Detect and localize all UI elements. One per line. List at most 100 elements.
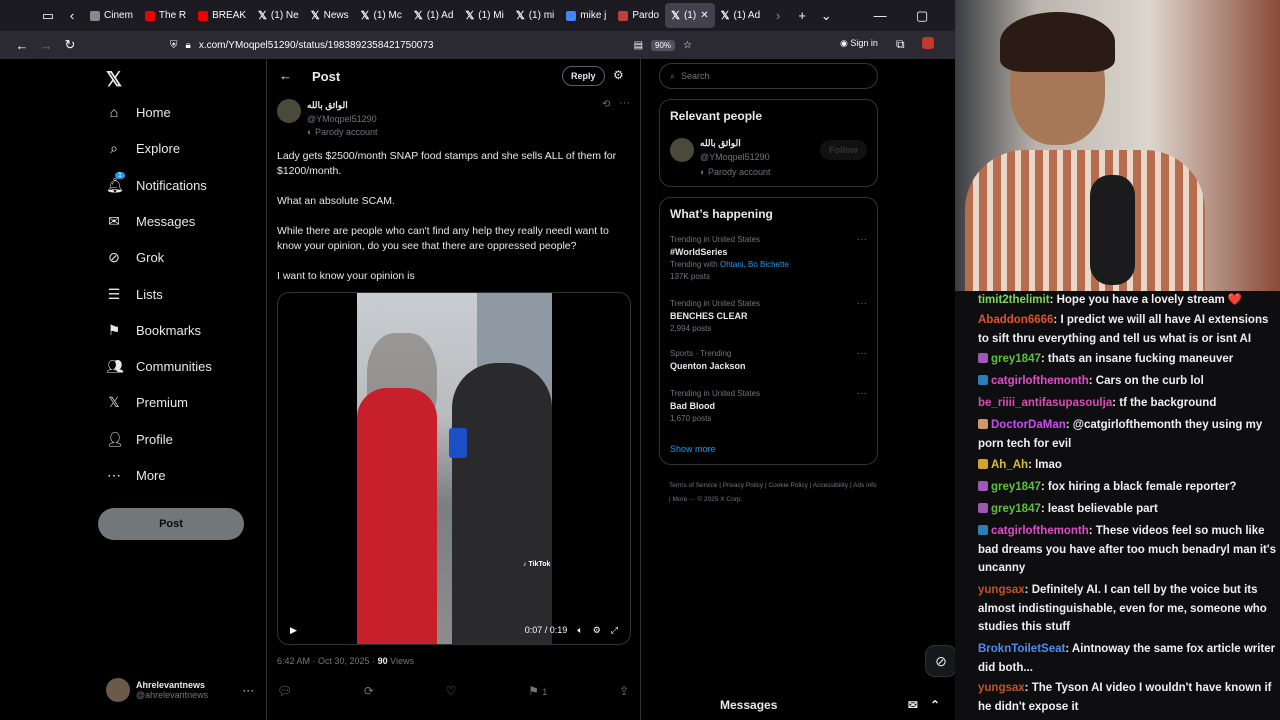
footer-links[interactable]: Terms of Service | Privacy Policy | Cook… xyxy=(669,479,879,507)
trend-item[interactable]: Trending in United States #WorldSeries Tre… xyxy=(670,234,789,283)
gear-icon[interactable]: ⚙ xyxy=(593,625,601,636)
nav-item-profile[interactable]: 👤︎ Profile xyxy=(106,431,173,448)
browser-tab[interactable]: 𝕏 (1) Ne xyxy=(252,3,305,28)
browser-tab[interactable]: Pardo xyxy=(612,3,665,28)
tabs-scroll-left-icon[interactable]: ‹ xyxy=(60,8,84,23)
rp-name[interactable]: الواثق بالله xyxy=(700,138,741,149)
tabs-scroll-right-icon[interactable]: › xyxy=(766,8,790,23)
nav-item-messages[interactable]: ✉ Messages xyxy=(106,213,195,230)
extension-badge-icon[interactable] xyxy=(922,37,934,49)
nav-item-communities[interactable]: 👥︎ Communities xyxy=(106,358,212,375)
url-bar[interactable]: ⛨ 🔒︎ x.com/YMoqpel51290/status/198389235… xyxy=(162,33,762,57)
trend-item[interactable]: Trending in United States BENCHES CLEAR 2,… xyxy=(670,298,760,335)
avatar[interactable] xyxy=(670,138,694,162)
signin-button[interactable]: ◉ Sign in xyxy=(840,38,878,49)
author-handle[interactable]: @YMoqpel51290 xyxy=(307,114,377,124)
post-button[interactable]: Post xyxy=(98,508,244,540)
grok-button[interactable]: ⊘ xyxy=(925,645,957,677)
chat-username[interactable]: grey1847 xyxy=(991,481,1041,493)
reply-icon[interactable]: 💬︎ xyxy=(277,684,292,698)
repost-icon[interactable]: ⟳ xyxy=(364,684,374,698)
close-tab-icon[interactable]: ✕ xyxy=(700,10,708,21)
zoom-level[interactable]: 90% xyxy=(651,39,676,51)
video-frame[interactable]: ♪ TikTok xyxy=(357,293,552,644)
tab-list-icon[interactable]: ▭ xyxy=(36,8,60,24)
expand-icon[interactable]: ⌃ xyxy=(930,698,940,712)
reload-icon[interactable]: ↻ xyxy=(58,37,82,53)
rp-handle[interactable]: @YMoqpel51290 xyxy=(700,152,770,162)
chat-username[interactable]: catgirlofthemonth xyxy=(991,525,1089,537)
chat-username[interactable]: grey1847 xyxy=(991,503,1041,515)
browser-tab[interactable]: 𝕏 (1) Mc xyxy=(355,3,408,28)
browser-tab[interactable]: The R xyxy=(139,3,192,28)
play-icon[interactable]: ▶ xyxy=(290,625,297,636)
bookmark-button[interactable]: ⚑ 1 xyxy=(528,684,547,698)
show-more-link[interactable]: Show more xyxy=(670,444,716,454)
url-text[interactable]: x.com/YMoqpel51290/status/19838923584217… xyxy=(199,40,434,51)
back-arrow-icon[interactable]: ← xyxy=(279,68,292,83)
account-switcher[interactable]: Ahrelevantnews @ahrelevantnews ··· xyxy=(106,678,254,702)
share-icon[interactable]: ⇪ xyxy=(619,684,629,698)
nav-item-home[interactable]: ⌂ Home xyxy=(106,104,171,120)
messages-drawer[interactable]: Messages ✉ ⌃ xyxy=(660,689,950,720)
browser-tab[interactable]: 𝕏 News xyxy=(305,3,355,28)
nav-item-notifications[interactable]: 🔔︎ 1 Notifications xyxy=(106,171,207,194)
nav-item-lists[interactable]: ☰ Lists xyxy=(106,286,163,303)
tab-dropdown-icon[interactable]: ⌄ xyxy=(814,8,838,24)
chat-username[interactable]: yungsax xyxy=(978,584,1025,596)
lock-icon[interactable]: 🔒︎ xyxy=(186,40,191,51)
nav-item-premium[interactable]: 𝕏 Premium xyxy=(106,394,188,411)
follow-button[interactable]: Follow xyxy=(820,140,867,160)
extensions-icon[interactable]: ⧉ xyxy=(896,37,905,52)
browser-tab[interactable]: 𝕏 (1) ✕ xyxy=(665,3,715,28)
browser-tab[interactable]: mike j xyxy=(560,3,612,28)
grok-icon[interactable]: ⟲ xyxy=(602,99,610,110)
like-icon[interactable]: ♡ xyxy=(446,684,457,698)
forward-icon[interactable]: → xyxy=(34,38,58,53)
trend-item[interactable]: Trending in United States Bad Blood 1,670 … xyxy=(670,388,760,425)
chat-username[interactable]: Abaddon6666 xyxy=(978,314,1053,326)
bookmark-star-icon[interactable]: ☆ xyxy=(683,40,692,51)
chat-username[interactable]: timit2thelimit xyxy=(978,294,1050,306)
chat-username[interactable]: BroknToiletSeat xyxy=(978,643,1065,655)
browser-tab[interactable]: BREAK xyxy=(192,3,252,28)
chat-username[interactable]: Ah_Ah xyxy=(991,459,1028,471)
minimize-icon[interactable]: — xyxy=(868,8,892,23)
browser-tab[interactable]: 𝕏 (1) Ad xyxy=(715,3,767,28)
video-player[interactable]: ♪ TikTok ▶ 0:07 / 0:19 🔈︎ ⚙ ⤢ xyxy=(277,292,631,645)
chat-username[interactable]: DoctorDaMan xyxy=(991,419,1066,431)
browser-tab[interactable]: 𝕏 (1) Ad xyxy=(408,3,460,28)
nav-item-grok[interactable]: ⊘ Grok xyxy=(106,249,164,266)
chat-username[interactable]: be_riiii_antifasupasoulja xyxy=(978,397,1112,409)
x-logo-icon[interactable]: 𝕏 xyxy=(106,67,122,92)
author-name[interactable]: الواثق بالله xyxy=(307,100,348,111)
shield-icon[interactable]: ⛨ xyxy=(170,40,178,51)
more-dots-icon[interactable]: ··· xyxy=(857,388,867,399)
browser-tab[interactable]: 𝕏 (1) Mi xyxy=(459,3,509,28)
nav-item-explore[interactable]: ⌕ Explore xyxy=(106,140,180,157)
avatar[interactable] xyxy=(277,99,301,123)
volume-icon[interactable]: 🔈︎ xyxy=(577,625,582,636)
chat-username[interactable]: yungsax xyxy=(978,682,1025,694)
nav-item-more[interactable]: ⋯ More xyxy=(106,467,166,484)
new-tab-icon[interactable]: + xyxy=(790,8,814,23)
new-message-icon[interactable]: ✉ xyxy=(908,698,918,712)
more-dots-icon[interactable]: ··· xyxy=(242,683,254,697)
nav-item-bookmarks[interactable]: ⚑ Bookmarks xyxy=(106,322,201,339)
more-dots-icon[interactable]: ··· xyxy=(857,348,867,359)
trend-item[interactable]: Sports · Trending Quenton Jackson xyxy=(670,348,746,373)
back-icon[interactable]: ← xyxy=(10,38,34,53)
post-date[interactable]: 6:42 AM · Oct 30, 2025 · xyxy=(277,656,375,666)
more-dots-icon[interactable]: ··· xyxy=(619,97,630,109)
browser-tab[interactable]: Cinem xyxy=(84,3,139,28)
chat-username[interactable]: grey1847 xyxy=(991,353,1041,365)
chat-username[interactable]: catgirlofthemonth xyxy=(991,375,1089,387)
search-input[interactable]: ⌕ Search xyxy=(659,63,878,89)
more-dots-icon[interactable]: ··· xyxy=(857,234,867,245)
reader-icon[interactable]: ▤ xyxy=(634,40,643,51)
maximize-icon[interactable]: ▢ xyxy=(910,8,934,24)
reply-button[interactable]: Reply xyxy=(562,66,605,86)
browser-tab[interactable]: 𝕏 (1) mi xyxy=(510,3,560,28)
fullscreen-icon[interactable]: ⤢ xyxy=(611,625,618,636)
more-dots-icon[interactable]: ··· xyxy=(857,298,867,309)
